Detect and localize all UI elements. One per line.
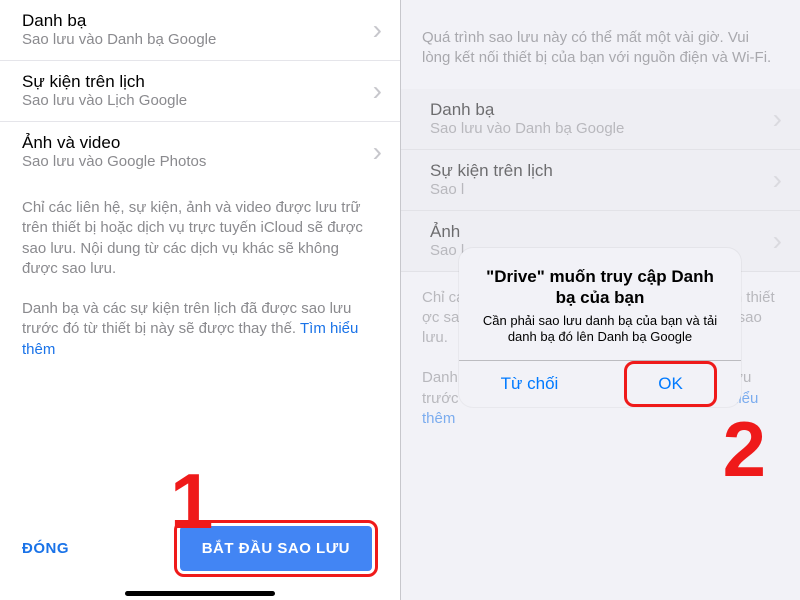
list-title: Ảnh: [430, 221, 765, 242]
list-title: Danh bạ: [22, 10, 365, 31]
list-title: Sự kiện trên lịch: [430, 160, 765, 181]
alert-buttons: Từ chối OK: [459, 360, 741, 407]
intro-text: Quá trình sao lưu này có thể mất một vài…: [400, 0, 800, 89]
chevron-right-icon: ›: [773, 227, 782, 255]
list-item-calendar[interactable]: Sự kiện trên lịch Sao l ›: [400, 150, 800, 211]
list-subtitle: Sao lưu vào Danh bạ Google: [22, 31, 365, 50]
list-item-photos[interactable]: Ảnh và video Sao lưu vào Google Photos ›: [0, 122, 400, 182]
backup-list: Danh bạ Sao lưu vào Danh bạ Google › Sự …: [0, 0, 400, 182]
list-item-contacts[interactable]: Danh bạ Sao lưu vào Danh bạ Google ›: [0, 0, 400, 61]
start-backup-button[interactable]: BẮT ĐẦU SAO LƯU: [180, 526, 372, 571]
permission-alert: "Drive" muốn truy cập Danh bạ của bạn Cầ…: [459, 248, 741, 407]
list-subtitle: Sao lưu vào Google Photos: [22, 153, 365, 172]
highlight-ok: OK: [624, 361, 717, 407]
list-title: Ảnh và video: [22, 132, 365, 153]
deny-button[interactable]: Từ chối: [459, 361, 600, 407]
list-subtitle: Sao l: [430, 181, 765, 200]
ok-button[interactable]: OK: [630, 366, 711, 402]
close-button[interactable]: ĐÓNG: [22, 540, 69, 557]
list-subtitle: Sao lưu vào Lịch Google: [22, 92, 365, 111]
info-text-1: Chỉ các liên hệ, sự kiện, ảnh và video đ…: [0, 182, 400, 283]
list-subtitle: Sao lưu vào Danh bạ Google: [430, 120, 765, 139]
panel-divider: [400, 0, 401, 600]
list-item-calendar[interactable]: Sự kiện trên lịch Sao lưu vào Lịch Googl…: [0, 61, 400, 122]
chevron-right-icon: ›: [773, 166, 782, 194]
chevron-right-icon: ›: [373, 138, 382, 166]
alert-title: "Drive" muốn truy cập Danh bạ của bạn: [475, 266, 725, 309]
list-title: Danh bạ: [430, 99, 765, 120]
home-indicator: [125, 591, 275, 596]
chevron-right-icon: ›: [773, 105, 782, 133]
panel-step-2: Quá trình sao lưu này có thể mất một vài…: [400, 0, 800, 600]
footer-bar: ĐÓNG BẮT ĐẦU SAO LƯU: [0, 504, 400, 585]
chevron-right-icon: ›: [373, 77, 382, 105]
backup-list: Danh bạ Sao lưu vào Danh bạ Google › Sự …: [400, 89, 800, 272]
alert-message: Cần phải sao lưu danh bạ của bạn và tải …: [475, 313, 725, 347]
panel-step-1: Danh bạ Sao lưu vào Danh bạ Google › Sự …: [0, 0, 400, 600]
highlight-start-backup: BẮT ĐẦU SAO LƯU: [174, 520, 378, 577]
list-item-contacts[interactable]: Danh bạ Sao lưu vào Danh bạ Google ›: [400, 89, 800, 150]
info-text-2: Danh bạ và các sự kiện trên lịch đã được…: [0, 283, 400, 364]
list-title: Sự kiện trên lịch: [22, 71, 365, 92]
chevron-right-icon: ›: [373, 16, 382, 44]
